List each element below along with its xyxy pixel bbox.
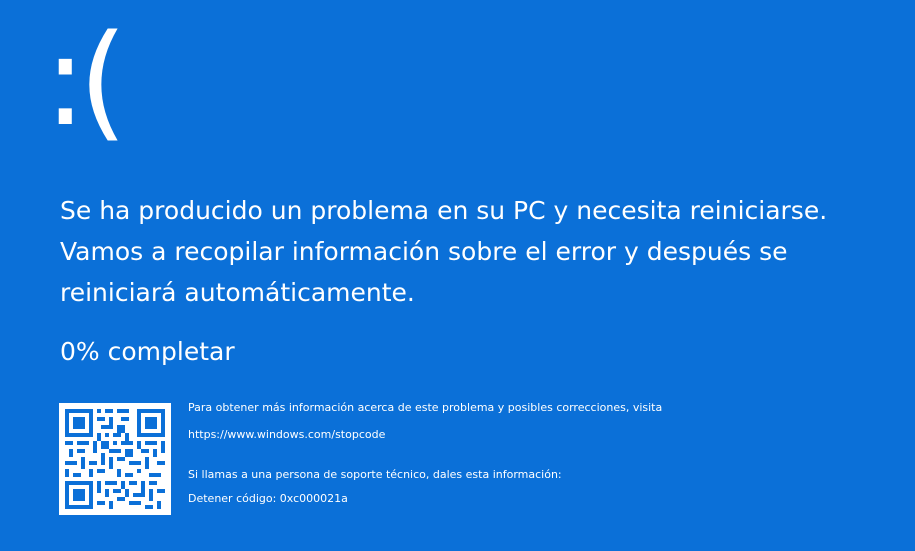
details-block: Para obtener más información acerca de e… [188, 401, 888, 506]
sad-face: :( [44, 7, 128, 154]
stopcode-url: https://www.windows.com/stopcode [188, 428, 386, 441]
error-message: Se ha producido un problema en su PC y n… [60, 196, 828, 307]
blue-screen: :( Se ha producido un problema en su PC … [0, 0, 915, 551]
info-line: Para obtener más información acerca de e… [188, 401, 663, 414]
qr-code-icon [59, 403, 171, 515]
stop-code: Detener código: 0xc000021a [188, 492, 348, 505]
progress-text: 0% completar [60, 337, 235, 366]
support-line: Si llamas a una persona de soporte técni… [188, 468, 562, 481]
